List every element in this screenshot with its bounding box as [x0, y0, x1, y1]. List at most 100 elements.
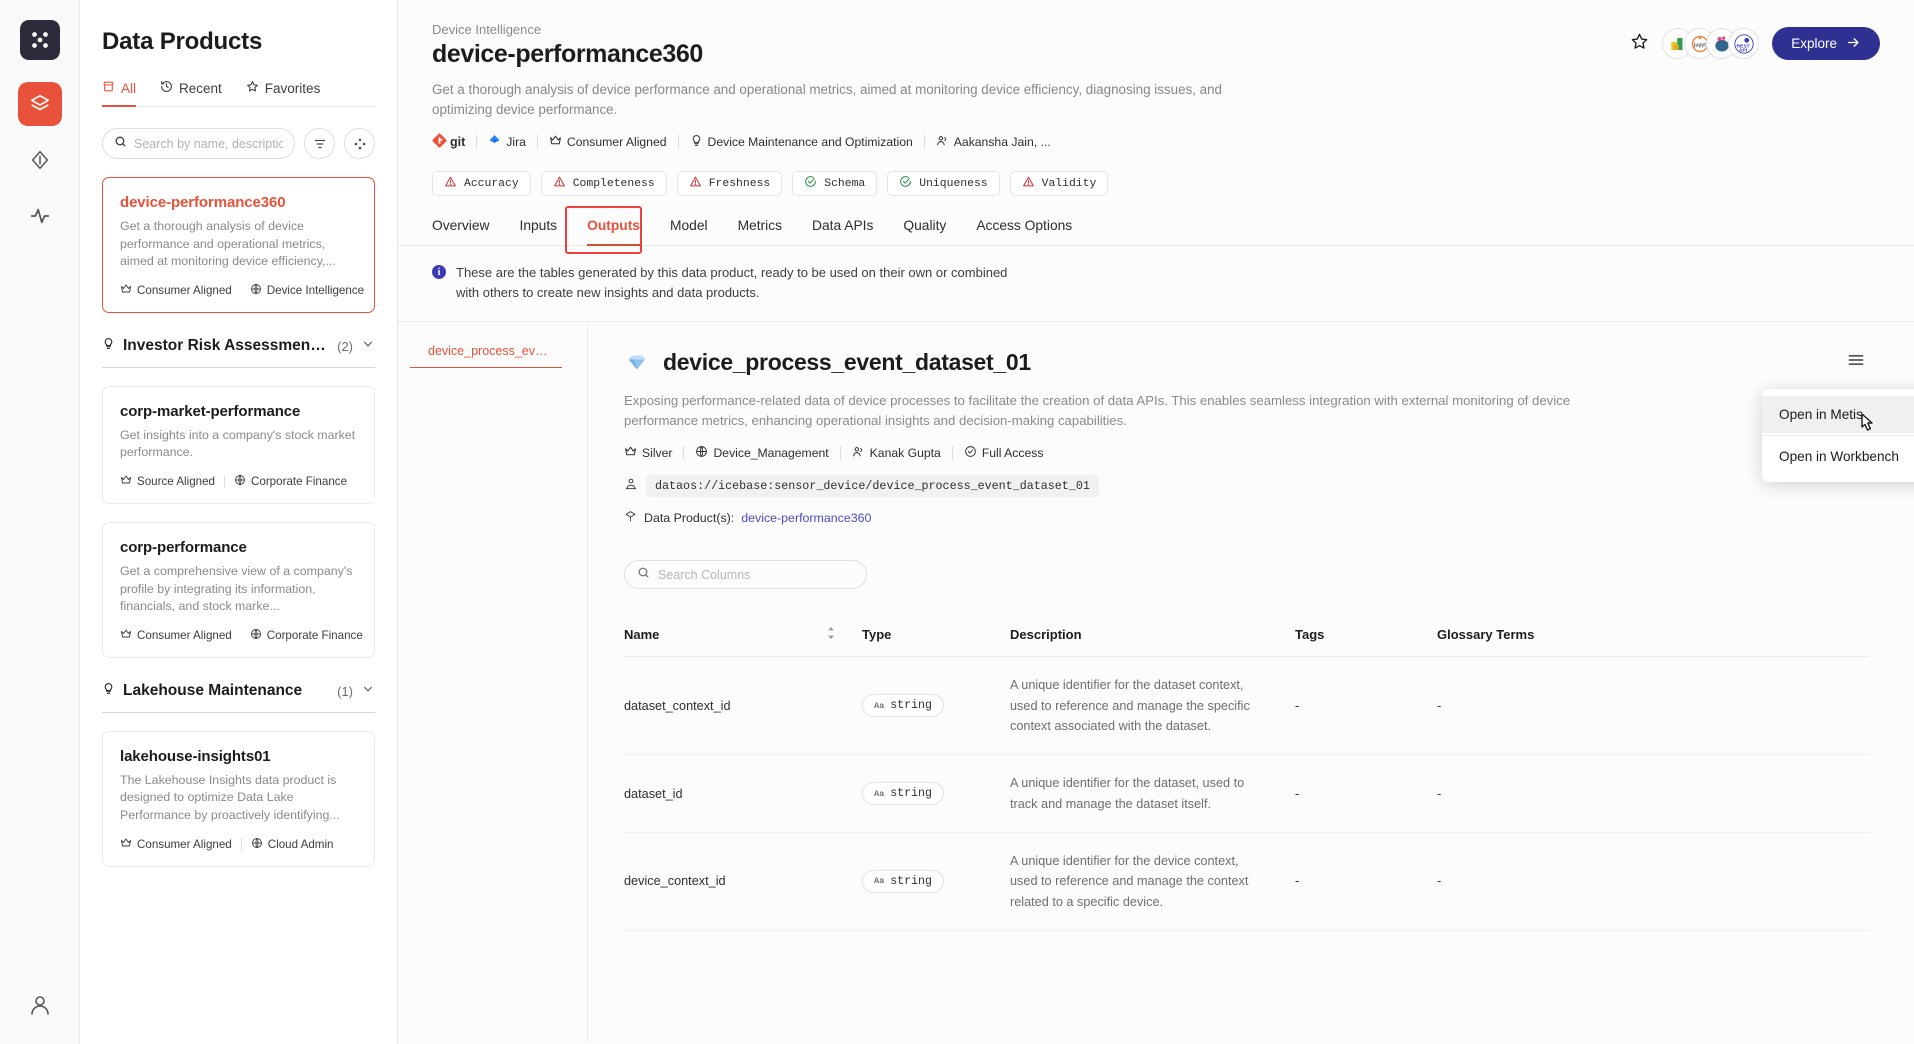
product-title: device-performance360	[432, 40, 703, 68]
tier-label: Consumer Aligned	[137, 283, 232, 297]
shield-check-icon	[964, 445, 977, 461]
arrow-right-icon	[1846, 35, 1861, 53]
table-row[interactable]: device_context_id Aa string A unique ide…	[624, 832, 1870, 931]
cell-glossary: -	[1437, 656, 1870, 756]
table-row[interactable]: dataset_context_id Aa string A unique id…	[624, 656, 1870, 756]
tab-outputs[interactable]: Outputs	[587, 218, 640, 247]
avatar-restapi[interactable]: REST API	[1729, 29, 1759, 58]
menu-item-open-in-metis[interactable]: Open in Metis	[1762, 396, 1914, 433]
column-header-glossary-terms[interactable]: Glossary Terms	[1437, 613, 1870, 658]
chevron-down-icon[interactable]	[361, 682, 375, 701]
star-icon	[246, 80, 259, 96]
user-account-icon[interactable]	[28, 993, 52, 1022]
status-badge-completeness[interactable]: Completeness	[540, 171, 667, 197]
tier-label: Consumer Aligned	[566, 135, 667, 150]
column-header-description[interactable]: Description	[1010, 613, 1295, 658]
dataset-data-products-row: Data Product(s): device-performance360	[624, 510, 1870, 526]
data-product-meta: Consumer Aligned Device Intelligence	[120, 283, 364, 298]
list-item[interactable]: corp-performance Get a comprehensive vie…	[102, 522, 375, 658]
tier-badge: Consumer Aligned	[120, 283, 232, 298]
columns-search-box[interactable]	[624, 560, 867, 590]
divider	[839, 446, 841, 461]
tab-quality[interactable]: Quality	[903, 218, 946, 246]
dataset-title: device_process_event_dataset_01	[663, 349, 1031, 376]
list-item[interactable]: device-performance360 Get a thorough ana…	[102, 177, 375, 313]
data-products-link[interactable]: device-performance360	[741, 511, 871, 525]
tab-model[interactable]: Model	[670, 218, 708, 246]
column-header-tags[interactable]: Tags	[1295, 613, 1437, 658]
product-description: Get a thorough analysis of device perfor…	[432, 82, 1222, 118]
tab-recent[interactable]: Recent	[160, 80, 222, 107]
chevron-down-icon[interactable]	[361, 337, 375, 356]
tab-recent-label: Recent	[179, 80, 222, 96]
warning-triangle-icon	[444, 175, 457, 192]
bulb-icon	[690, 134, 703, 150]
crown-icon	[549, 134, 562, 150]
column-header-type[interactable]: Type	[862, 613, 1010, 658]
cell-name: dataset_context_id	[624, 656, 862, 756]
data-product-description: The Lakehouse Insights data product is d…	[120, 772, 340, 823]
tab-data-apis[interactable]: Data APIs	[812, 218, 873, 246]
filter-icon[interactable]	[304, 128, 335, 159]
sidebar-item-lab[interactable]	[18, 138, 62, 182]
divider	[1762, 435, 1914, 436]
product-meta-row: git Jira Consumer Aligned Device Mainten…	[432, 133, 1880, 151]
status-badge-uniqueness[interactable]: Uniqueness	[887, 171, 1000, 197]
cell-description: A unique identifier for the device conte…	[1010, 832, 1295, 931]
table-row[interactable]: dataset_id Aa string A unique identifier…	[624, 754, 1870, 833]
nodes-icon[interactable]	[344, 128, 375, 159]
data-product-name: corp-performance	[120, 539, 247, 557]
tier-label: Consumer Aligned	[137, 628, 232, 642]
globe-icon	[695, 445, 708, 461]
menu-item-open-in-workbench[interactable]: Open in Workbench	[1762, 438, 1914, 475]
sidebar-item-data-products[interactable]	[17, 82, 62, 126]
divider	[951, 446, 953, 461]
tab-overview[interactable]: Overview	[432, 218, 490, 246]
list-item[interactable]: corp-market-performance Get insights int…	[102, 385, 375, 505]
star-outline-icon[interactable]	[1630, 32, 1649, 56]
page-title: Data Products	[102, 28, 263, 55]
sort-icon[interactable]	[826, 626, 862, 643]
list-item[interactable]: lakehouse-insights01 The Lakehouse Insig…	[102, 730, 375, 867]
tab-metrics[interactable]: Metrics	[738, 218, 782, 246]
status-label: Validity	[1041, 177, 1097, 190]
search-box[interactable]	[102, 128, 295, 159]
type-label: string	[890, 699, 932, 713]
divider	[240, 837, 242, 851]
explore-button[interactable]: Explore	[1772, 27, 1880, 60]
column-header-name[interactable]: Name	[624, 613, 862, 658]
jira-badge[interactable]: Jira	[488, 134, 526, 150]
dataset-owner-label: Kanak Gupta	[869, 446, 941, 461]
quality-chips: Accuracy Completeness Freshness Schema U…	[432, 171, 1880, 197]
domain-badge: Device Intelligence	[250, 283, 364, 298]
tab-favorites-label: Favorites	[264, 80, 321, 96]
group-header-lakehouse-maintenance[interactable]: Lakehouse Maintenance (1)	[102, 682, 375, 713]
columns-search-input[interactable]	[658, 567, 854, 582]
text-type-icon: Aa	[874, 700, 885, 711]
tier-badge: Consumer Aligned	[120, 628, 232, 643]
text-type-icon: Aa	[874, 788, 885, 799]
tab-all[interactable]: All	[102, 80, 137, 107]
main-content: Device Intelligence device-performance36…	[398, 0, 1914, 1044]
tier-badge: Consumer Aligned	[120, 837, 232, 852]
status-label: Uniqueness	[919, 177, 988, 190]
status-badge-freshness[interactable]: Freshness	[676, 171, 783, 197]
hamburger-menu-icon[interactable]	[1842, 346, 1870, 379]
dataset-list-item[interactable]: device_process_event...	[410, 344, 562, 369]
type-chip: Aa string	[862, 869, 944, 893]
sidebar-item-monitor[interactable]	[18, 194, 62, 238]
dataset-uri[interactable]: dataos://icebase:sensor_device/device_pr…	[646, 475, 1099, 498]
grid-logo-icon[interactable]	[19, 20, 60, 60]
search-input[interactable]	[134, 136, 283, 151]
tab-access-options[interactable]: Access Options	[976, 218, 1072, 246]
status-badge-accuracy[interactable]: Accuracy	[432, 171, 531, 197]
search-icon	[637, 566, 650, 584]
status-badge-validity[interactable]: Validity	[1009, 171, 1109, 197]
tab-favorites[interactable]: Favorites	[246, 80, 321, 107]
warning-triangle-icon	[689, 175, 702, 192]
group-header-investor-risk[interactable]: Investor Risk Assessment ... (2)	[102, 337, 375, 368]
status-badge-schema[interactable]: Schema	[792, 171, 878, 197]
git-badge[interactable]: git	[432, 133, 465, 151]
tab-inputs[interactable]: Inputs	[520, 218, 558, 246]
users-icon	[852, 445, 865, 461]
